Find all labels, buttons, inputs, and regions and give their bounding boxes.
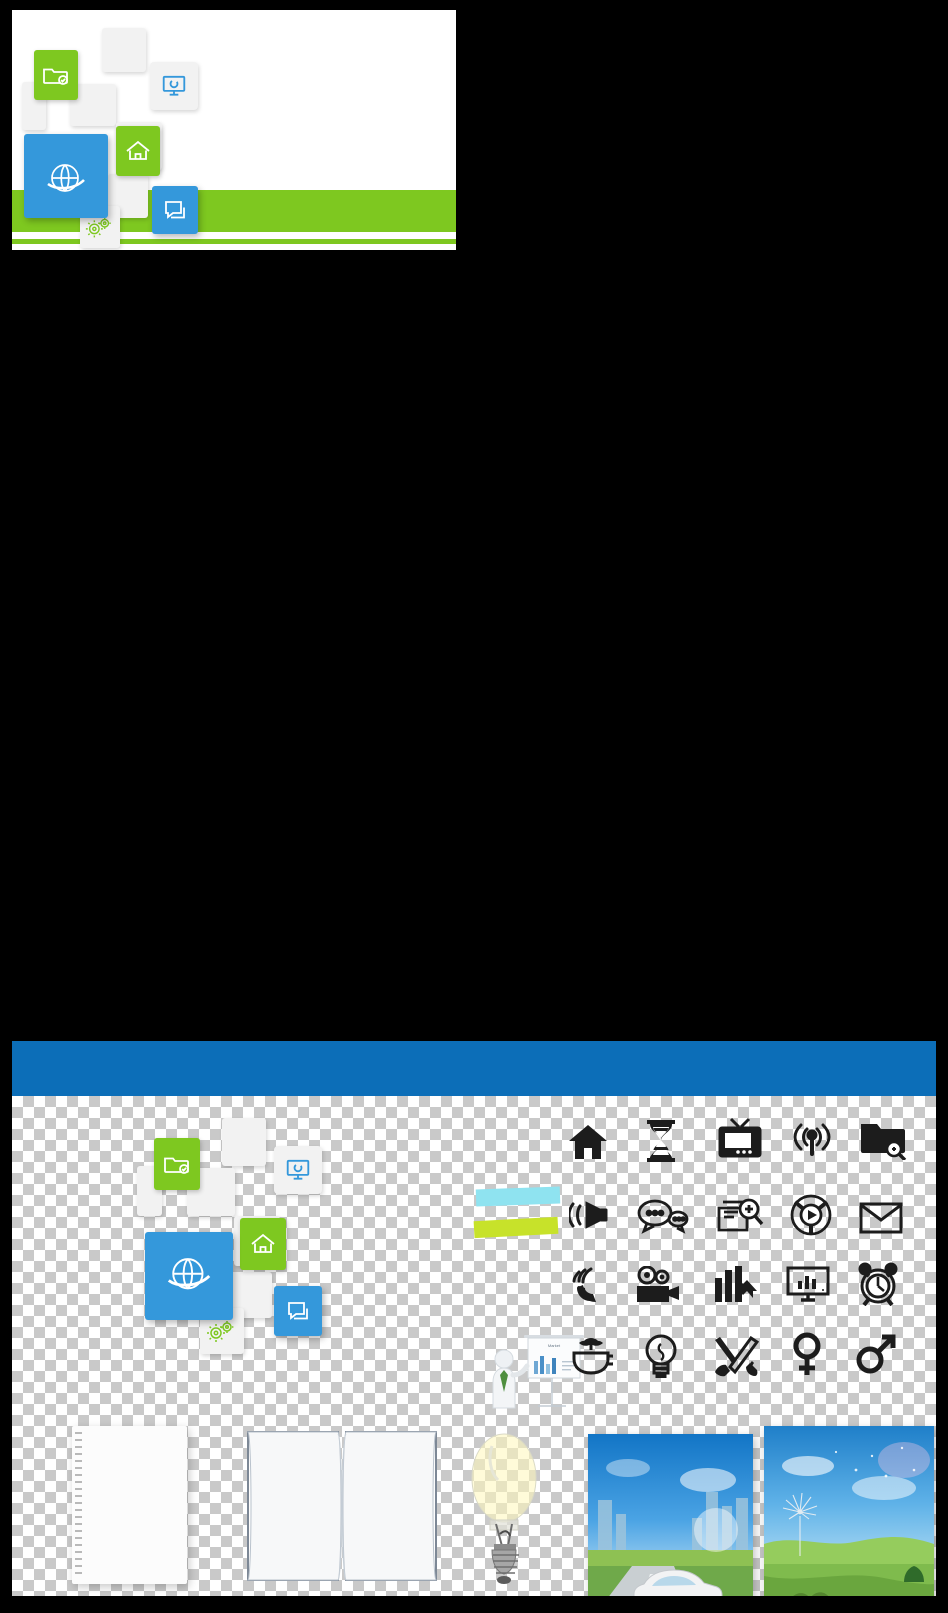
monitor-icon: [286, 1159, 310, 1180]
dandelion-field-photo: [764, 1426, 934, 1596]
notebook-spiral: [75, 1432, 82, 1578]
sticky-note-month-plan: [475, 1186, 561, 1207]
chat-bubbles-icon: [165, 201, 185, 219]
home-icon: [251, 1233, 275, 1253]
envelope-icon: [859, 1202, 903, 1234]
monitor-icon: [162, 75, 186, 96]
deco-tile-white: [102, 28, 146, 72]
television-icon: [717, 1116, 763, 1160]
open-book-icon: [246, 1431, 438, 1581]
monitor-tile: [274, 1146, 322, 1194]
lightbulb-photo-icon: [471, 1433, 537, 1584]
folder-check-icon: [164, 1157, 189, 1174]
chat-tile: [152, 186, 198, 234]
play-circle-icon: [789, 1194, 833, 1236]
home-icon: [126, 140, 150, 160]
globe-tile: [145, 1232, 233, 1320]
folder-tile: [34, 50, 78, 100]
hero-text-block: [217, 62, 449, 78]
folder-tile: [154, 1138, 200, 1190]
monitor-tile: [150, 62, 198, 110]
photo-content: [764, 1442, 934, 1596]
sticky-note-project: [473, 1216, 559, 1239]
png-banner: [12, 1041, 936, 1096]
home-tile: [116, 126, 160, 176]
template-preview-page: Market: [0, 0, 948, 1613]
png-banner-label: [12, 1041, 936, 1096]
icon-grid: [557, 1114, 936, 1414]
wallet-search-icon: [715, 1196, 765, 1236]
hourglass-icon: [643, 1120, 679, 1162]
open-book: [244, 1426, 440, 1586]
car-city-photo: [588, 1434, 753, 1596]
bar-chart-down-icon: [713, 1264, 761, 1304]
lightbulb-icon: [641, 1334, 681, 1378]
folder-search-icon: [859, 1120, 907, 1160]
speaker-volume-icon: [569, 1196, 613, 1234]
gears-icon: [207, 1321, 234, 1342]
male-gender-icon: [855, 1332, 897, 1376]
monitor-chart-icon: [785, 1266, 833, 1304]
chat-tile: [274, 1286, 322, 1336]
wifi-antenna-icon: [789, 1120, 835, 1158]
home-icon: [567, 1122, 609, 1162]
folder-check-icon: [43, 68, 68, 85]
hero-green-bar-thin: [12, 239, 456, 244]
png-asset-area: Market: [12, 1096, 936, 1596]
phone-ring-icon: [569, 1266, 609, 1306]
spiral-notebook: [72, 1426, 187, 1584]
chat-bubbles-icon: [288, 1302, 308, 1320]
home-tile: [240, 1218, 286, 1270]
chat-bubbles-icon: [637, 1198, 689, 1234]
alarm-clock-icon: [855, 1262, 901, 1306]
business-globe-tile: [24, 134, 108, 218]
wrench-screwdriver-icon: [711, 1336, 759, 1378]
female-gender-icon: [789, 1332, 825, 1378]
video-camera-icon: [635, 1266, 683, 1304]
hero-slide[interactable]: [12, 10, 456, 250]
photo-content: [588, 1459, 753, 1596]
tea-cup-icon: [569, 1336, 613, 1378]
globe-icon: [47, 164, 85, 192]
deco-tile-white: [222, 1118, 266, 1166]
lightbulb-render: [462, 1416, 552, 1586]
globe-icon: [167, 1258, 211, 1290]
